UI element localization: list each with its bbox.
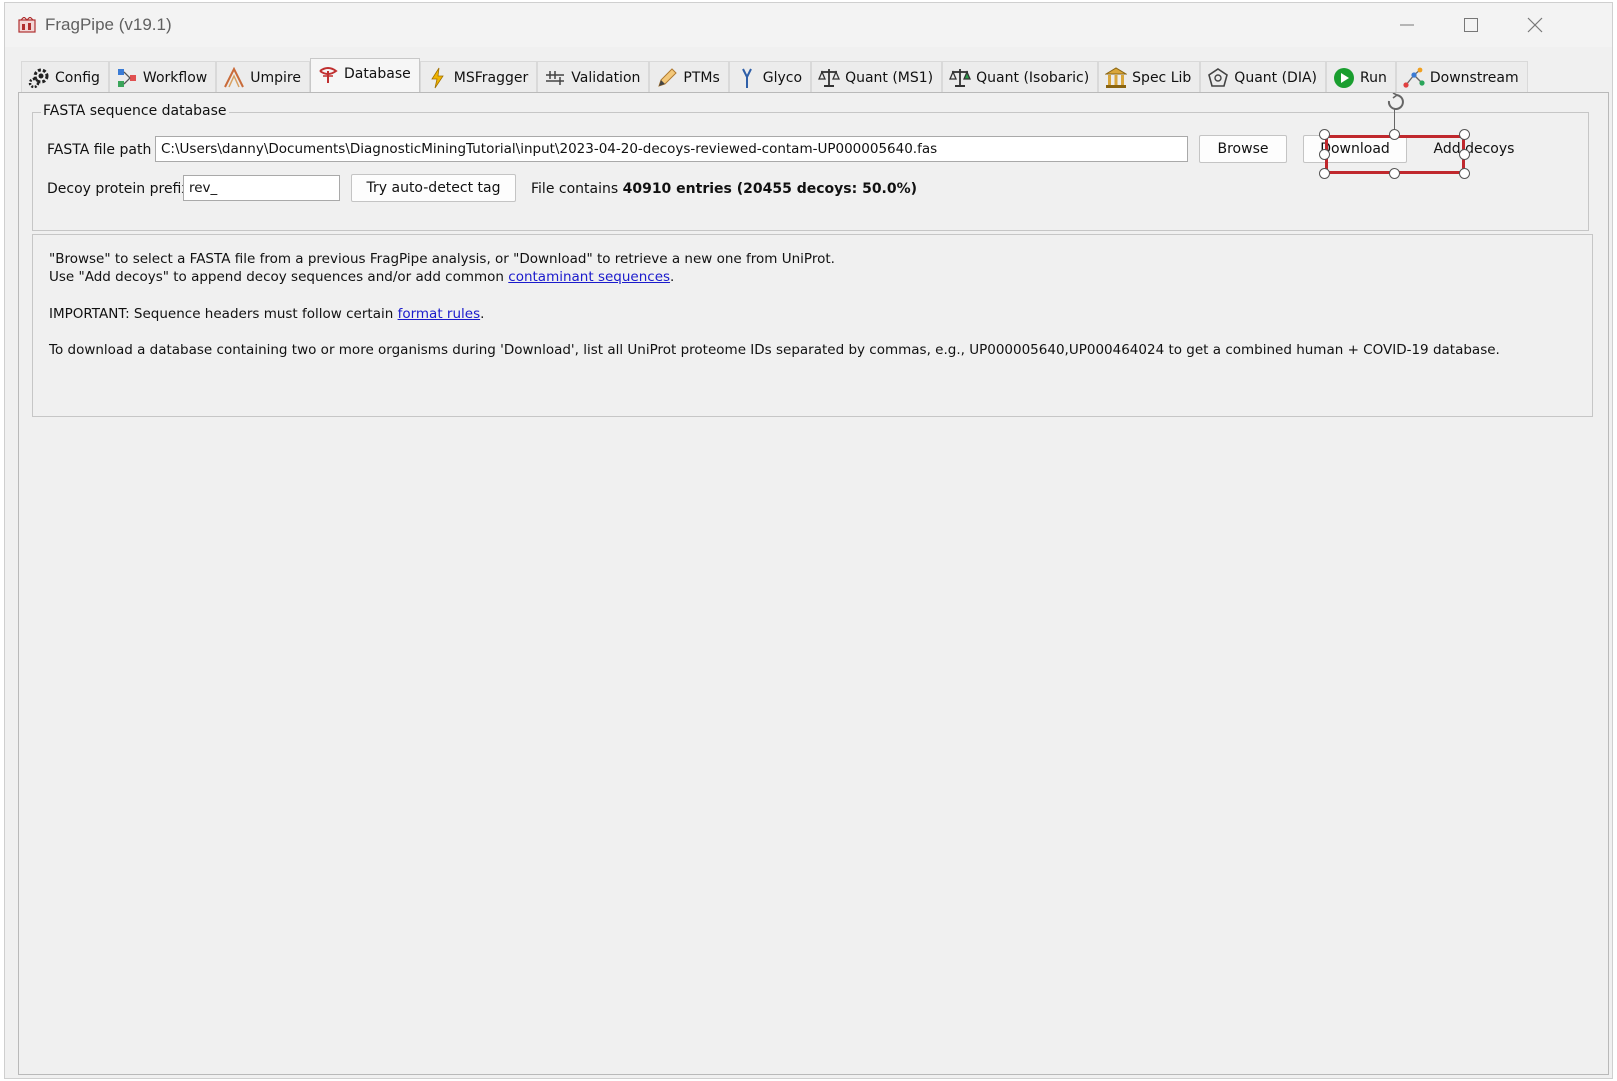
tab-label: Run — [1360, 69, 1387, 86]
close-icon — [1527, 17, 1543, 33]
browse-button[interactable]: Browse — [1199, 135, 1287, 163]
tab-msfragger[interactable]: MSFragger — [419, 61, 538, 93]
info-line-decoys-end: . — [670, 269, 675, 285]
info-line-browse: "Browse" to select a FASTA file from a p… — [49, 251, 835, 267]
database-panel: FASTA sequence database FASTA file path … — [18, 92, 1609, 1075]
info-line-decoys: Use "Add decoys" to append decoy sequenc… — [49, 269, 674, 285]
fasta-path-label: FASTA file path — [47, 142, 152, 158]
tab-label: Downstream — [1429, 69, 1519, 86]
fragpipe-logo-icon — [18, 17, 36, 33]
lightning-icon — [427, 67, 449, 89]
tab-label: Quant (DIA) — [1234, 69, 1317, 86]
validation-icon — [544, 67, 566, 89]
minimize-icon — [1400, 24, 1414, 26]
window-title: FragPipe (v19.1) — [45, 15, 172, 34]
tab-quant-isobaric[interactable]: Quant (Isobaric) — [942, 61, 1099, 93]
tab-label: MSFragger — [453, 69, 529, 86]
contaminant-sequences-link[interactable]: contaminant sequences — [508, 269, 670, 285]
resize-handle[interactable] — [1459, 129, 1470, 140]
tab-label: Umpire — [250, 69, 301, 86]
info-line-decoys-text: Use "Add decoys" to append decoy sequenc… — [49, 269, 509, 285]
info-line-important: IMPORTANT: Sequence headers must follow … — [49, 306, 484, 322]
tab-downstream[interactable]: Downstream — [1395, 61, 1528, 93]
title-bar: FragPipe (v19.1) — [5, 3, 1612, 47]
resize-handle[interactable] — [1389, 129, 1400, 140]
scale-icon — [949, 67, 972, 89]
dia-icon — [1207, 67, 1229, 89]
tab-label: PTMs — [683, 69, 720, 86]
tab-umpire[interactable]: Umpire — [216, 61, 310, 93]
resize-handle[interactable] — [1459, 149, 1470, 160]
tab-quant-dia[interactable]: Quant (DIA) — [1200, 61, 1326, 93]
play-icon — [1333, 67, 1355, 89]
tab-run[interactable]: Run — [1326, 61, 1396, 93]
gear-icon — [28, 67, 50, 89]
tab-label: Config — [55, 69, 100, 86]
auto-detect-tag-button[interactable]: Try auto-detect tag — [351, 174, 516, 202]
resize-handle[interactable] — [1319, 149, 1330, 160]
file-contains-text: File contains 40910 entries (20455 decoy… — [531, 181, 917, 197]
tab-validation[interactable]: Validation — [537, 61, 650, 93]
fasta-path-input[interactable]: C:\Users\danny\Documents\DiagnosticMinin… — [155, 136, 1188, 162]
app-window: FragPipe (v19.1) Config Workflow Umpire — [4, 2, 1613, 1079]
decoy-prefix-input[interactable]: rev_ — [183, 175, 340, 201]
glyco-icon — [736, 67, 758, 89]
minimize-button[interactable] — [1375, 3, 1439, 47]
scale-icon — [818, 67, 841, 89]
tab-bar: Config Workflow Umpire Database MSFragge… — [21, 58, 1528, 93]
close-button[interactable] — [1503, 3, 1567, 47]
fasta-group-title: FASTA sequence database — [41, 103, 229, 119]
tab-label: Validation — [571, 69, 641, 86]
umpire-icon — [223, 66, 245, 89]
tab-label: Quant (Isobaric) — [976, 69, 1090, 86]
format-rules-link[interactable]: format rules — [398, 306, 481, 322]
decoy-prefix-label: Decoy protein prefix — [47, 181, 190, 197]
add-decoys-button[interactable]: Add decoys — [1418, 135, 1530, 163]
database-icon — [317, 63, 339, 85]
tab-ptms[interactable]: PTMs — [649, 61, 729, 93]
maximize-icon — [1464, 18, 1478, 32]
info-line-download: To download a database containing two or… — [49, 342, 1500, 358]
resize-handle[interactable] — [1319, 168, 1330, 179]
downstream-icon — [1403, 67, 1425, 89]
tab-label: Glyco — [762, 69, 803, 86]
tab-glyco[interactable]: Glyco — [728, 61, 812, 93]
resize-handle[interactable] — [1319, 129, 1330, 140]
maximize-button[interactable] — [1439, 3, 1503, 47]
file-contains-stats: 40910 entries (20455 decoys: 50.0%) — [622, 181, 918, 197]
tab-label: Spec Lib — [1132, 69, 1192, 86]
tab-spec-lib[interactable]: Spec Lib — [1098, 61, 1201, 93]
tab-workflow[interactable]: Workflow — [108, 61, 217, 93]
file-contains-prefix: File contains — [531, 181, 623, 197]
tab-quant-ms1[interactable]: Quant (MS1) — [811, 61, 943, 93]
tab-config[interactable]: Config — [21, 61, 109, 93]
resize-handle[interactable] — [1389, 168, 1400, 179]
info-panel: "Browse" to select a FASTA file from a p… — [32, 234, 1593, 417]
info-line-important-end: . — [480, 306, 485, 322]
fasta-group: FASTA sequence database FASTA file path … — [32, 103, 1589, 231]
tab-database[interactable]: Database — [309, 58, 420, 93]
pencil-icon — [656, 67, 678, 89]
resize-handle[interactable] — [1459, 168, 1470, 179]
tab-label: Database — [343, 66, 411, 82]
tab-label: Workflow — [142, 69, 208, 86]
workflow-icon — [116, 67, 138, 89]
info-line-important-text: IMPORTANT: Sequence headers must follow … — [49, 306, 398, 322]
tab-label: Quant (MS1) — [845, 69, 934, 86]
library-icon — [1105, 66, 1128, 89]
